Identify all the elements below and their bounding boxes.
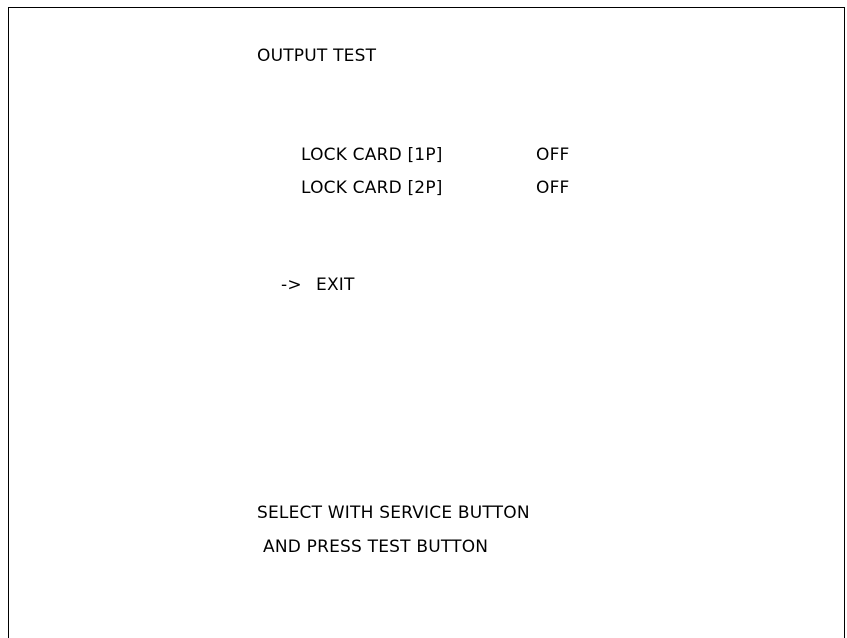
menu-item-lock-card-1p[interactable]: LOCK CARD [1P] <box>301 145 443 165</box>
lock-card-2p-status: OFF <box>536 178 570 198</box>
lock-card-1p-status: OFF <box>536 145 570 165</box>
instruction-line-1: SELECT WITH SERVICE BUTTON <box>257 503 530 523</box>
test-menu-screen: OUTPUT TEST LOCK CARD [1P] OFF LOCK CARD… <box>8 7 845 638</box>
selection-cursor-icon: -> <box>281 275 302 295</box>
menu-item-exit[interactable]: EXIT <box>316 275 355 295</box>
menu-item-lock-card-2p[interactable]: LOCK CARD [2P] <box>301 178 443 198</box>
instruction-line-2: AND PRESS TEST BUTTON <box>263 537 489 557</box>
screen-title: OUTPUT TEST <box>257 46 377 66</box>
